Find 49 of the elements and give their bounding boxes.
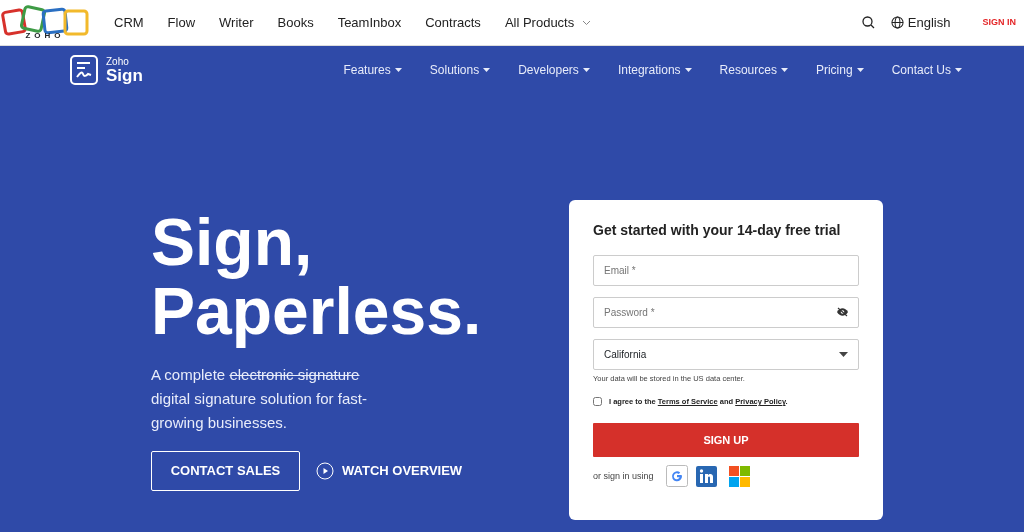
caret-icon bbox=[839, 351, 848, 357]
zoho-logo[interactable]: ZOHO bbox=[0, 5, 90, 40]
search-icon[interactable] bbox=[861, 16, 875, 29]
globe-icon bbox=[890, 16, 904, 29]
caret-icon bbox=[780, 68, 788, 72]
email-field[interactable]: Email * bbox=[593, 254, 859, 286]
caret-icon bbox=[394, 68, 402, 72]
menu-link[interactable]: Contact Us bbox=[891, 61, 962, 79]
play-icon bbox=[316, 461, 334, 480]
menu-link[interactable]: Features bbox=[343, 61, 402, 79]
brand-name-small: Zoho bbox=[106, 56, 130, 67]
google-sign-in-icon[interactable] bbox=[665, 465, 688, 488]
social-sign-in-label: or sign in using bbox=[593, 469, 654, 483]
language-selector[interactable]: English bbox=[890, 12, 951, 33]
menu-link[interactable]: Pricing bbox=[815, 61, 864, 79]
caret-icon bbox=[955, 68, 962, 72]
nav-link[interactable]: Writer bbox=[219, 12, 254, 33]
logo-squares-icon bbox=[1, 5, 89, 37]
sign-up-button[interactable]: SIGN UP bbox=[593, 423, 859, 458]
nav-link[interactable]: All Products bbox=[504, 12, 592, 33]
contact-sales-button[interactable]: CONTACT SALES bbox=[151, 450, 300, 491]
caret-icon bbox=[856, 68, 864, 72]
sign-in-link[interactable]: SIGN IN bbox=[982, 15, 1016, 30]
product-logo[interactable]: Zoho Sign bbox=[70, 55, 143, 85]
region-select[interactable]: California bbox=[593, 338, 859, 370]
caret-icon bbox=[684, 68, 692, 72]
microsoft-sign-in-icon[interactable] bbox=[728, 465, 750, 487]
sign-document-icon bbox=[70, 55, 98, 85]
menu-link[interactable]: Developers bbox=[518, 61, 590, 79]
linkedin-sign-in-icon[interactable] bbox=[695, 465, 717, 487]
hero-description: A complete electronic signature digital signature solution for fast-growing businesses. bbox=[151, 364, 368, 433]
menu-link[interactable]: Resources bbox=[719, 61, 788, 79]
nav-link[interactable]: TeamInbox bbox=[337, 12, 402, 33]
logo-text: ZOHO bbox=[25, 32, 65, 40]
brand-name: Sign bbox=[106, 66, 143, 84]
menu-link[interactable]: Integrations bbox=[617, 61, 692, 79]
form-heading: Get started with your 14-day free trial bbox=[593, 222, 842, 239]
agree-checkbox[interactable] bbox=[593, 397, 602, 407]
password-field[interactable]: Password * bbox=[593, 296, 859, 328]
hero-title-line: Sign, bbox=[151, 208, 314, 278]
menu-link[interactable]: Solutions bbox=[429, 61, 491, 79]
nav-link[interactable]: CRM bbox=[114, 12, 144, 33]
nav-link[interactable]: Contracts bbox=[425, 12, 481, 33]
caret-icon bbox=[483, 68, 491, 72]
eye-hidden-icon[interactable] bbox=[836, 306, 849, 317]
nav-link[interactable]: Flow bbox=[167, 12, 196, 33]
nav-link[interactable]: Books bbox=[277, 12, 314, 33]
caret-icon bbox=[582, 68, 590, 72]
watch-overview-link[interactable]: WATCH OVERVIEW bbox=[316, 460, 463, 481]
